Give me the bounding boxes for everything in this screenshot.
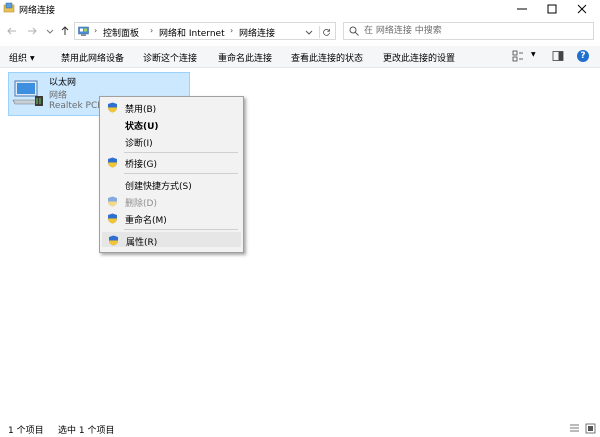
organize-button[interactable]: 组织 ▼ bbox=[9, 51, 35, 64]
command-bar: 组织 ▼ 禁用此网络设备 诊断这个连接 重命名此连接 查看此连接的状态 更改此连接… bbox=[0, 46, 600, 68]
menu-item-disable[interactable]: 禁用(B) bbox=[102, 100, 241, 115]
connection-status: 网络 bbox=[49, 91, 68, 101]
arrow-left-icon bbox=[7, 27, 16, 35]
menu-separator bbox=[124, 229, 238, 230]
arrow-up-icon bbox=[61, 26, 69, 35]
chevron-down-icon bbox=[46, 29, 54, 34]
maximize-icon bbox=[547, 4, 557, 13]
close-icon bbox=[577, 4, 587, 13]
details-view-icon[interactable] bbox=[569, 423, 580, 434]
close-button[interactable] bbox=[564, 0, 600, 17]
menu-item-label: 诊断(I) bbox=[125, 139, 153, 149]
menu-item-label: 状态(U) bbox=[125, 122, 159, 132]
title-bar: 网络连接 bbox=[0, 0, 600, 17]
menu-item-delete: 删除(D) bbox=[102, 194, 241, 209]
menu-item-diagnose[interactable]: 诊断(I) bbox=[102, 134, 241, 149]
address-bar[interactable]: › 控制面板 › 网络和 Internet › 网络连接 bbox=[74, 22, 336, 40]
refresh-icon[interactable] bbox=[319, 26, 331, 38]
menu-item-label: 重命名(M) bbox=[125, 216, 167, 226]
chevron-right-icon: › bbox=[150, 26, 154, 35]
address-row: › 控制面板 › 网络和 Internet › 网络连接 bbox=[0, 21, 600, 43]
control-panel-icon bbox=[78, 26, 89, 36]
dropdown-arrow-icon: ▼ bbox=[30, 55, 35, 62]
uac-shield-icon bbox=[108, 157, 117, 168]
rename-button[interactable]: 重命名此连接 bbox=[218, 51, 272, 64]
search-input[interactable] bbox=[364, 24, 589, 38]
search-icon bbox=[349, 26, 359, 36]
menu-item-bridge[interactable]: 桥接(G) bbox=[102, 155, 241, 170]
window-title: 网络连接 bbox=[19, 6, 56, 16]
view-options-icon[interactable] bbox=[512, 50, 524, 62]
item-count: 1 个项目 bbox=[8, 426, 44, 436]
explorer-window: 网络连接 › 控制面板 › 网络和 Internet › 网络连接 在 网络连接… bbox=[0, 0, 600, 437]
connections-list: 以太网 网络 Realtek PCIe 禁用(B) 状态(U) 诊断(I) 桥接… bbox=[0, 68, 600, 419]
disable-device-button[interactable]: 禁用此网络设备 bbox=[61, 51, 124, 64]
uac-shield-icon bbox=[109, 235, 118, 246]
menu-item-label: 创建快捷方式(S) bbox=[125, 182, 192, 192]
uac-shield-icon bbox=[108, 196, 117, 207]
breadcrumb-network-internet[interactable]: 网络和 Internet bbox=[159, 26, 225, 39]
menu-separator bbox=[124, 173, 238, 174]
ethernet-adapter-icon bbox=[12, 80, 43, 106]
menu-item-label: 禁用(B) bbox=[125, 105, 157, 115]
minimize-icon bbox=[517, 8, 527, 9]
up-button[interactable] bbox=[59, 25, 71, 37]
back-button[interactable] bbox=[6, 25, 18, 37]
menu-separator bbox=[124, 152, 238, 153]
network-folder-icon bbox=[3, 2, 15, 13]
selected-count: 选中 1 个项目 bbox=[58, 426, 115, 436]
menu-item-status[interactable]: 状态(U) bbox=[102, 117, 241, 132]
chevron-down-icon[interactable] bbox=[305, 28, 313, 36]
change-settings-button[interactable]: 更改此连接的设置 bbox=[383, 51, 455, 64]
connection-name: 以太网 bbox=[49, 78, 77, 88]
view-status-button[interactable]: 查看此连接的状态 bbox=[291, 51, 363, 64]
context-menu: 禁用(B) 状态(U) 诊断(I) 桥接(G) 创建快捷方式(S) 删除(D) … bbox=[99, 96, 244, 253]
large-icons-view-icon[interactable] bbox=[585, 423, 596, 434]
uac-shield-icon bbox=[108, 213, 117, 224]
chevron-right-icon: › bbox=[94, 26, 98, 35]
status-bar: 1 个项目 选中 1 个项目 bbox=[0, 419, 600, 437]
forward-button[interactable] bbox=[26, 25, 38, 37]
organize-label: 组织 bbox=[9, 54, 28, 64]
menu-item-rename[interactable]: 重命名(M) bbox=[102, 211, 241, 226]
menu-item-properties[interactable]: 属性(R) bbox=[102, 232, 241, 248]
uac-shield-icon bbox=[108, 102, 117, 113]
search-box[interactable] bbox=[343, 22, 594, 40]
diagnose-button[interactable]: 诊断这个连接 bbox=[143, 51, 197, 64]
recent-locations-button[interactable] bbox=[44, 25, 56, 37]
menu-item-create-shortcut[interactable]: 创建快捷方式(S) bbox=[102, 177, 241, 192]
help-icon[interactable]: ? bbox=[577, 50, 589, 62]
chevron-right-icon: › bbox=[230, 26, 234, 35]
connection-device: Realtek PCIe bbox=[49, 101, 106, 111]
preview-pane-icon[interactable] bbox=[552, 50, 564, 62]
view-dropdown-icon[interactable]: ▼ bbox=[531, 51, 536, 58]
menu-item-label: 属性(R) bbox=[126, 238, 158, 248]
arrow-right-icon bbox=[28, 27, 37, 35]
menu-item-label: 桥接(G) bbox=[125, 160, 157, 170]
breadcrumb-network-connections[interactable]: 网络连接 bbox=[239, 26, 275, 39]
breadcrumb-control-panel[interactable]: 控制面板 bbox=[103, 26, 139, 39]
menu-item-label: 删除(D) bbox=[125, 199, 157, 209]
